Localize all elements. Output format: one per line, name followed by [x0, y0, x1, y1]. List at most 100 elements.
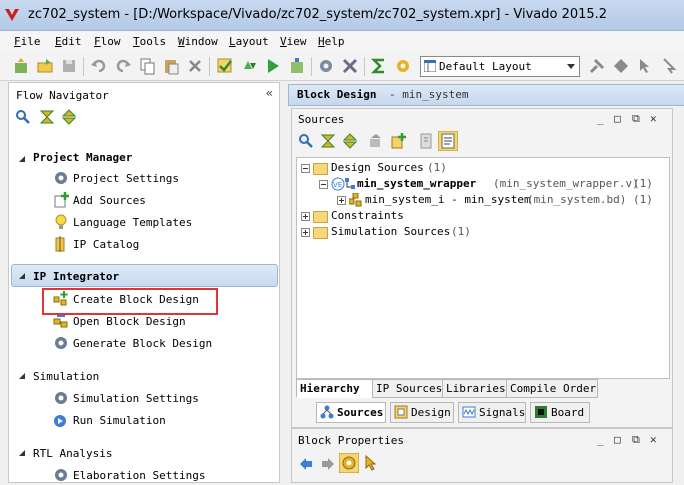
menu-tools[interactable]: Tools — [133, 35, 166, 48]
expand-icon[interactable] — [337, 196, 346, 205]
block-properties-title: Block Properties — [298, 434, 404, 447]
diamond-icon[interactable] — [612, 57, 630, 75]
collapse-all-icon[interactable] — [39, 109, 55, 125]
paste-icon[interactable] — [162, 57, 180, 75]
cursor-icon[interactable] — [364, 455, 378, 471]
sources-title: Sources — [298, 113, 345, 126]
tab-ip-sources[interactable]: IP Sources — [372, 379, 444, 398]
collapse-icon[interactable] — [319, 180, 328, 189]
sources-tree: Design Sources (1) VE min_system_wrapper… — [296, 157, 670, 379]
section-ip-integrator[interactable]: IP Integrator — [33, 270, 119, 283]
section-simulation[interactable]: Simulation — [33, 370, 99, 383]
search-icon[interactable] — [298, 133, 314, 149]
main-toolbar: Default Layout — [0, 53, 684, 81]
move-up-icon[interactable] — [368, 133, 384, 149]
section-rtl-analysis[interactable]: RTL Analysis — [33, 447, 112, 460]
svg-text:VE: VE — [333, 181, 342, 189]
menu-layout[interactable]: Layout — [229, 35, 269, 48]
collapse-icon[interactable] — [301, 164, 310, 173]
menu-bar: File Edit Flow Tools Window Layout View … — [0, 31, 684, 52]
tab-signals[interactable]: Signals — [458, 402, 526, 423]
close-icon[interactable]: ✕ — [650, 433, 657, 446]
flow-navigator-header: Flow Navigator « — [9, 83, 279, 105]
gear-yellow-icon[interactable] — [394, 57, 412, 75]
menu-edit[interactable]: Edit — [55, 35, 82, 48]
expand-icon[interactable] — [301, 212, 310, 221]
delete-icon[interactable] — [186, 57, 204, 75]
maximize-icon[interactable]: ⧉ — [632, 433, 640, 447]
section-project-manager[interactable]: Project Manager — [33, 151, 132, 164]
tab-compile-order[interactable]: Compile Order — [506, 379, 598, 398]
menu-flow[interactable]: Flow — [94, 35, 121, 48]
open-project-icon[interactable] — [36, 57, 54, 75]
undo-icon[interactable] — [90, 57, 108, 75]
block-design-title: Block Design — [297, 88, 377, 101]
run-simulation-icon — [54, 415, 66, 427]
expand-all-icon[interactable] — [342, 133, 358, 149]
add-sources-icon[interactable] — [390, 133, 406, 149]
collapse-icon[interactable]: « — [266, 86, 273, 100]
tools-icon[interactable] — [341, 57, 359, 75]
tab-board[interactable]: Board — [530, 402, 590, 423]
pin-icon[interactable] — [588, 57, 606, 75]
properties-icon[interactable] — [418, 133, 434, 149]
sources-panel: Sources _ □ ⧉ ✕ Design Sources (1) VE mi… — [291, 108, 673, 428]
folder-icon — [313, 163, 328, 175]
caret-down-icon[interactable] — [18, 372, 26, 380]
back-arrow-icon[interactable] — [298, 456, 314, 472]
save-icon[interactable] — [60, 57, 78, 75]
forward-arrow-icon[interactable] — [320, 456, 336, 472]
restore-icon[interactable]: □ — [614, 112, 621, 125]
vivado-logo-icon — [5, 9, 19, 21]
title-bar: zc702_system - [D:/Workspace/Vivado/zc70… — [0, 0, 684, 31]
settings-gear-icon[interactable] — [317, 57, 335, 75]
add-sources-icon — [54, 192, 69, 208]
collapse-all-icon[interactable] — [320, 133, 336, 149]
signals-icon — [462, 406, 476, 418]
caret-down-icon[interactable] — [18, 155, 26, 163]
redo-icon[interactable] — [114, 57, 132, 75]
gear-yellow-icon[interactable] — [339, 453, 359, 473]
gear-icon — [55, 172, 67, 184]
folder-icon — [313, 227, 328, 239]
run-synthesis-icon[interactable] — [240, 57, 258, 75]
menu-help[interactable]: Help — [318, 35, 345, 48]
layout-select[interactable]: Default Layout — [420, 56, 580, 77]
caret-down-icon[interactable] — [18, 449, 26, 457]
bitstream-icon[interactable] — [288, 57, 306, 75]
check-icon[interactable] — [216, 57, 234, 75]
search-icon[interactable] — [15, 109, 31, 125]
expand-all-icon[interactable] — [61, 109, 77, 125]
run-icon[interactable] — [264, 57, 282, 75]
new-project-icon[interactable] — [12, 57, 30, 75]
tab-libraries[interactable]: Libraries — [442, 379, 508, 398]
flow-navigator-panel: Flow Navigator « Project Manager Project… — [8, 82, 280, 483]
highlight-box — [42, 288, 218, 315]
block-properties-panel: Block Properties _ □ ⧉ ✕ — [291, 428, 673, 483]
menu-file[interactable]: File — [14, 35, 41, 48]
hierarchy-icon — [345, 178, 355, 189]
generate-block-design-icon — [55, 337, 67, 349]
expand-icon[interactable] — [301, 228, 310, 237]
open-block-design-icon — [53, 315, 68, 328]
close-icon[interactable]: ✕ — [650, 112, 657, 125]
verilog-icon: VE — [331, 177, 345, 191]
restore-icon[interactable]: □ — [614, 433, 621, 446]
lightbulb-icon — [55, 214, 67, 229]
tab-hierarchy[interactable]: Hierarchy — [296, 379, 374, 398]
tab-sources[interactable]: Sources — [316, 402, 386, 423]
folder-icon — [313, 211, 328, 223]
sum-icon[interactable] — [370, 57, 388, 75]
menu-window[interactable]: Window — [178, 35, 218, 48]
minimize-icon[interactable]: _ — [597, 433, 604, 446]
select-arrow-icon[interactable] — [660, 57, 678, 75]
cursor-icon[interactable] — [636, 57, 654, 75]
menu-view[interactable]: View — [280, 35, 307, 48]
maximize-icon[interactable]: ⧉ — [632, 112, 640, 126]
hierarchy-toggle-icon[interactable] — [438, 131, 458, 151]
copy-icon[interactable] — [138, 57, 156, 75]
tab-design[interactable]: Design — [390, 402, 454, 423]
caret-down-icon[interactable] — [18, 272, 26, 280]
minimize-icon[interactable]: _ — [597, 112, 604, 125]
design-icon — [394, 405, 408, 419]
